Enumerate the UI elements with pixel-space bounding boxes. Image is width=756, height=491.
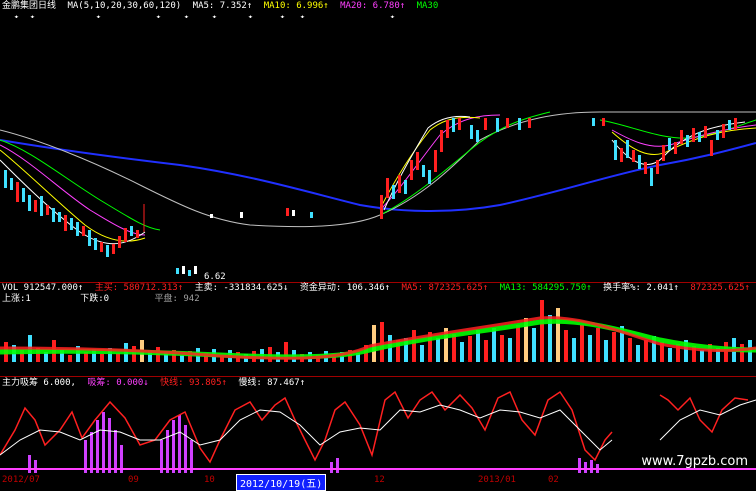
date-tick: 2013/01: [478, 475, 516, 485]
absorb-histogram: [28, 412, 599, 473]
date-tick: 12: [374, 475, 385, 485]
breadth-row: 上涨:1 下跌:0 平盘: 942: [2, 294, 206, 305]
absorb-value: 吸筹: 0.000↓: [87, 378, 149, 388]
indicator-header: 主力吸筹 6.000, 吸筹: 0.000↓ 快线: 93.805↑ 慢线: 8…: [2, 378, 311, 389]
date-axis: 2012/07 09 10 2012/10/19(五) 12 2013/01 0…: [0, 474, 756, 491]
date-tick: 09: [128, 475, 139, 485]
panel-divider-ind: [0, 376, 756, 377]
price-candles: [4, 118, 737, 276]
main-sell-value: 主卖: -331834.625↓: [194, 283, 289, 293]
turnover-value: 换手率%: 2.041↑: [603, 283, 679, 293]
vol-ma5-value: MA5: 872325.625↑: [401, 283, 489, 293]
watermark: www.7gpzb.com: [641, 454, 748, 469]
date-tick: 02: [548, 475, 559, 485]
vol-ma13-value: MA13: 584295.750↑: [499, 283, 592, 293]
chart-canvas[interactable]: ✦ ✦ ✦ ✦ ✦ ✦ ✦ ✦ ✦ ✦: [0, 0, 756, 487]
date-tick: 2012/07: [2, 475, 40, 485]
up-count: 上涨:1: [2, 294, 31, 304]
indicator-name: 主力吸筹 6.000,: [2, 378, 76, 388]
vol-value: VOL 912547.000↑: [2, 283, 84, 293]
vol-extra-value: 872325.625↑: [690, 283, 750, 293]
main-buy-value: 主买: 580712.313↑: [94, 283, 184, 293]
fund-flow-value: 资金异动: 106.346↑: [299, 283, 391, 293]
volume-header: VOL 912547.000↑ 主买: 580712.313↑ 主卖: -331…: [2, 283, 756, 294]
selected-date[interactable]: 2012/10/19(五): [236, 474, 327, 491]
fast-line-value: 快线: 93.805↑: [160, 378, 227, 388]
slow-line-value: 慢线: 87.467↑: [238, 378, 306, 388]
down-count: 下跌:0: [80, 294, 110, 304]
flat-count: 平盘: 942: [154, 294, 200, 304]
date-tick: 10: [204, 475, 215, 485]
